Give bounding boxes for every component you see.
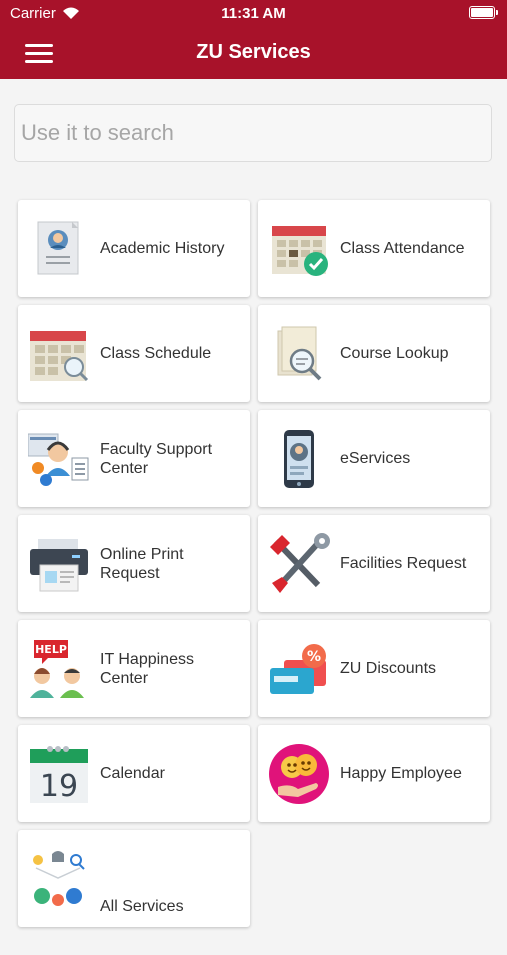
status-time: 11:31 AM bbox=[221, 5, 286, 22]
service-tile-eservices[interactable]: eServices bbox=[258, 410, 490, 507]
service-tile-facilities-request[interactable]: Facilities Request bbox=[258, 515, 490, 612]
printer-icon bbox=[30, 539, 88, 592]
service-label: Calendar bbox=[100, 765, 165, 782]
course-lookup-icon bbox=[277, 326, 322, 381]
service-label: IT Happiness Center bbox=[100, 650, 194, 687]
service-tile-online-print-request[interactable]: Online Print Request bbox=[18, 515, 250, 612]
service-label: Online Print Request bbox=[100, 545, 184, 582]
service-tile-happy-employee[interactable]: Happy Employee bbox=[258, 725, 490, 822]
page-title: ZU Services bbox=[196, 41, 311, 63]
status-bar: Carrier 11:31 AM bbox=[0, 0, 507, 28]
service-tile-course-lookup[interactable]: Course Lookup bbox=[258, 305, 490, 402]
all-services-icon bbox=[33, 851, 85, 906]
tools-icon bbox=[270, 533, 330, 593]
service-tile-calendar[interactable]: 19 Calendar bbox=[18, 725, 250, 822]
eservices-icon bbox=[284, 430, 314, 488]
service-tile-all-services[interactable]: All Services bbox=[18, 830, 250, 927]
svg-text:%: % bbox=[307, 649, 321, 665]
service-label: eServices bbox=[340, 450, 411, 467]
calendar-icon: 19 bbox=[30, 746, 88, 804]
service-tile-zu-discounts[interactable]: % ZU Discounts bbox=[258, 620, 490, 717]
app-header: ZU Services bbox=[0, 28, 507, 79]
help-desk-icon: HELP bbox=[30, 640, 84, 698]
service-label: ZU Discounts bbox=[340, 660, 437, 677]
class-schedule-icon bbox=[30, 331, 89, 382]
service-label: Course Lookup bbox=[340, 345, 449, 362]
service-tile-class-attendance[interactable]: Class Attendance bbox=[258, 200, 490, 297]
calendar-day-number: 19 bbox=[40, 769, 78, 804]
battery-icon bbox=[469, 6, 498, 19]
academic-history-icon bbox=[37, 221, 79, 275]
service-label: Facilities Request bbox=[340, 555, 467, 572]
service-tile-class-schedule[interactable]: Class Schedule bbox=[18, 305, 250, 402]
service-tile-faculty-support-center[interactable]: Faculty Support Center bbox=[18, 410, 250, 507]
service-label: Class Attendance bbox=[340, 240, 465, 257]
search-input[interactable] bbox=[15, 105, 491, 161]
service-tile-it-happiness-center[interactable]: HELP IT Happiness Center bbox=[18, 620, 250, 717]
service-tile-academic-history[interactable]: Academic History bbox=[18, 200, 250, 297]
help-icon-text: HELP bbox=[35, 643, 67, 656]
discount-card-icon: % bbox=[270, 644, 326, 694]
service-label: Academic History bbox=[100, 240, 225, 257]
class-attendance-icon bbox=[272, 226, 328, 276]
faculty-support-icon bbox=[28, 433, 89, 486]
service-label: All Services bbox=[100, 898, 184, 915]
happy-employee-icon bbox=[269, 744, 329, 804]
service-label: Class Schedule bbox=[100, 345, 212, 362]
service-label: Happy Employee bbox=[340, 765, 462, 782]
search-box[interactable] bbox=[14, 104, 492, 162]
service-label: Faculty Support Center bbox=[100, 440, 213, 477]
